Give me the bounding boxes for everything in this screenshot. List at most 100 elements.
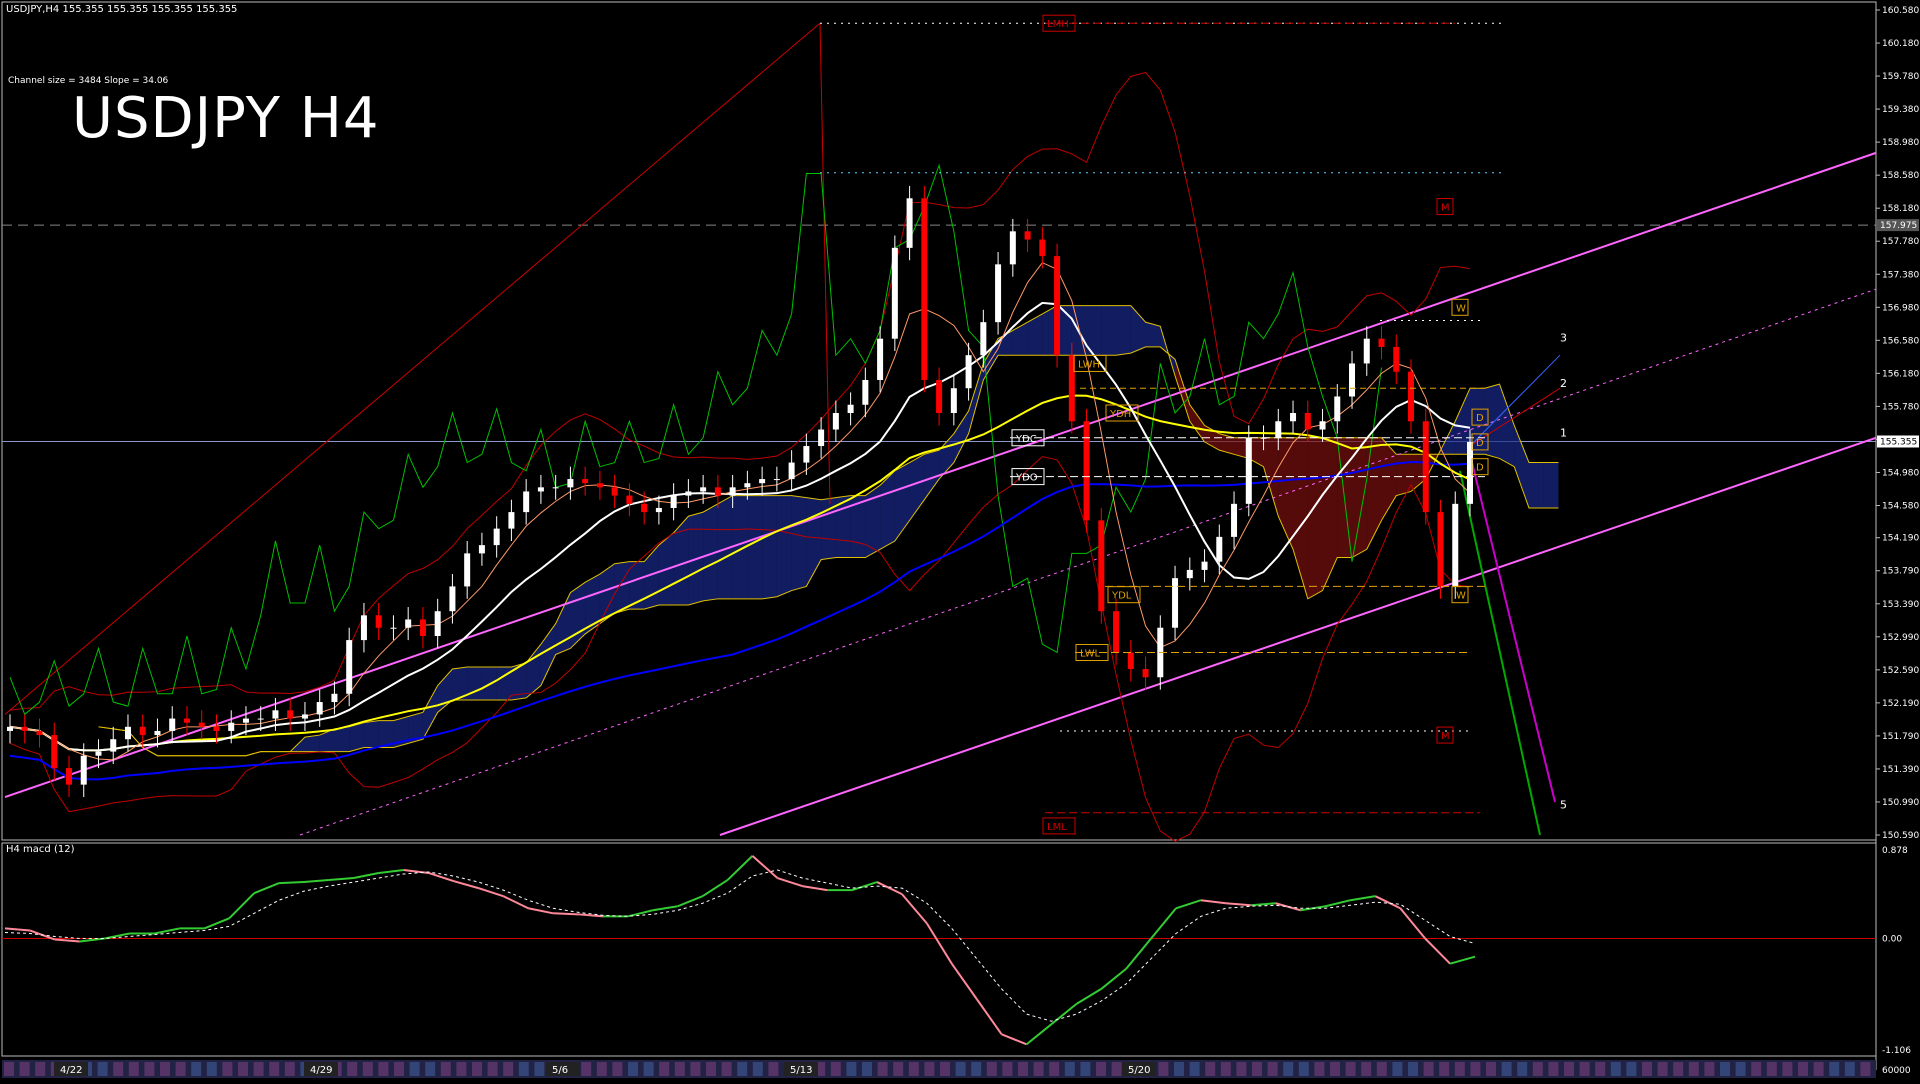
time-bar-cell [1267, 1062, 1278, 1076]
macd-bottom-label: 60000 [1882, 1066, 1911, 1076]
candle-body [21, 726, 28, 731]
time-bar-cell [1798, 1062, 1808, 1076]
macd-segment [901, 893, 928, 925]
time-bar-cell [1720, 1062, 1730, 1076]
macd-segment [154, 927, 180, 935]
macd-segment [228, 892, 255, 920]
time-bar-cell [1610, 1062, 1621, 1076]
candle-body [862, 379, 869, 405]
macd-segment [378, 868, 404, 874]
time-bar-cell [1564, 1062, 1574, 1076]
time-bar-cell [144, 1062, 155, 1076]
time-bar-cell [378, 1062, 389, 1076]
candle-body [1378, 338, 1385, 347]
macd-segment [253, 882, 280, 895]
macd-segment [1075, 988, 1102, 1005]
macd-segment [1125, 937, 1152, 970]
candle-body [552, 487, 559, 489]
chart-title: USDJPY H4 [72, 86, 380, 151]
time-bar-cell [1392, 1062, 1403, 1076]
y-tick-label: 151.390 [1882, 765, 1919, 775]
candle-body [700, 487, 707, 492]
cloud-segment [1130, 305, 1146, 354]
candle-body [744, 483, 751, 488]
y-tick-label: 155.780 [1882, 402, 1919, 412]
chart-window: 160.580 160.180 159.780 159.380 158.980 158.5… [0, 0, 1920, 1080]
time-bar-cell [440, 1062, 451, 1076]
macd-segment [1001, 1033, 1027, 1046]
y-tick-label: 157.380 [1882, 270, 1919, 280]
time-bar-cell [4, 1062, 14, 1076]
cloud-segment [1484, 384, 1500, 459]
macd-segment [1325, 899, 1351, 908]
macd-segment [577, 913, 604, 918]
candle-body [877, 338, 884, 380]
time-bar-cell [721, 1062, 732, 1076]
channel-upper-line [4, 151, 1877, 798]
time-bar-cell [1064, 1062, 1075, 1076]
candle-body [995, 264, 1002, 323]
candle-body [1245, 437, 1252, 504]
candle-body [242, 718, 249, 723]
macd-segment [926, 922, 953, 965]
time-bar-cell [908, 1062, 919, 1076]
y-tick-label: 157.780 [1882, 237, 1919, 247]
channel-mark-label: 1 [1560, 427, 1567, 440]
macd-segment [1424, 937, 1451, 965]
macd-segment [528, 907, 554, 915]
candle-body [641, 503, 648, 513]
candle-body [950, 388, 957, 414]
level-ydo: YDO [1015, 473, 1038, 484]
time-bar-cell [1189, 1062, 1200, 1076]
macd-segment [279, 881, 305, 885]
cloud-segment [1101, 305, 1117, 356]
time-bar-cell [1018, 1062, 1028, 1076]
cloud-segment [776, 495, 792, 597]
time-bar-cell [284, 1062, 295, 1076]
y-tick-label: 152.190 [1882, 699, 1919, 709]
time-bar-cell [1844, 1062, 1855, 1076]
candle-body [567, 479, 574, 488]
macd-segment [1025, 1023, 1053, 1046]
candle-body [1142, 669, 1149, 678]
candle-body [1334, 396, 1341, 422]
candle-body [375, 615, 382, 628]
candle-body [906, 198, 913, 248]
candle-body [936, 379, 943, 414]
time-bar-cell [1751, 1062, 1762, 1076]
y-tick-label: 160.580 [1882, 6, 1919, 16]
time-bar-cell [752, 1062, 763, 1076]
x-tick-label: 5/13 [790, 1065, 812, 1076]
macd-tick-label: 0.00 [1882, 935, 1902, 945]
candle-body [169, 718, 176, 731]
level-d3: D [1476, 463, 1484, 474]
macd-segment [1100, 967, 1127, 990]
time-bar-cell [706, 1062, 716, 1076]
candle-body [360, 615, 367, 641]
time-bar-cell [1330, 1062, 1340, 1076]
macd-segment [876, 881, 903, 896]
channel-mark-label: 5 [1560, 798, 1567, 811]
y-tick-label: 160.180 [1882, 39, 1919, 49]
candle-body [331, 693, 338, 703]
candle-body [257, 718, 264, 720]
candle-body [346, 640, 353, 694]
candle-body [287, 710, 294, 719]
candle-body [832, 413, 839, 430]
time-bar-cell [1829, 1062, 1840, 1076]
cloud-segment [747, 495, 763, 599]
time-bar-cell [1236, 1062, 1247, 1076]
time-bar-cell [160, 1062, 170, 1076]
time-bar-cell [1517, 1062, 1528, 1076]
macd-segment [777, 877, 803, 888]
candle-body [1216, 536, 1223, 562]
candle-body [1172, 578, 1179, 628]
time-bar-cell [674, 1062, 685, 1076]
macd-segment [726, 855, 754, 881]
y-tick-label: 154.980 [1882, 468, 1919, 478]
cloud-segment [1012, 322, 1028, 356]
candle-body [1186, 569, 1193, 579]
cloud-segment [953, 410, 969, 463]
candle-body [1231, 503, 1238, 537]
cloud-segment [334, 726, 350, 752]
